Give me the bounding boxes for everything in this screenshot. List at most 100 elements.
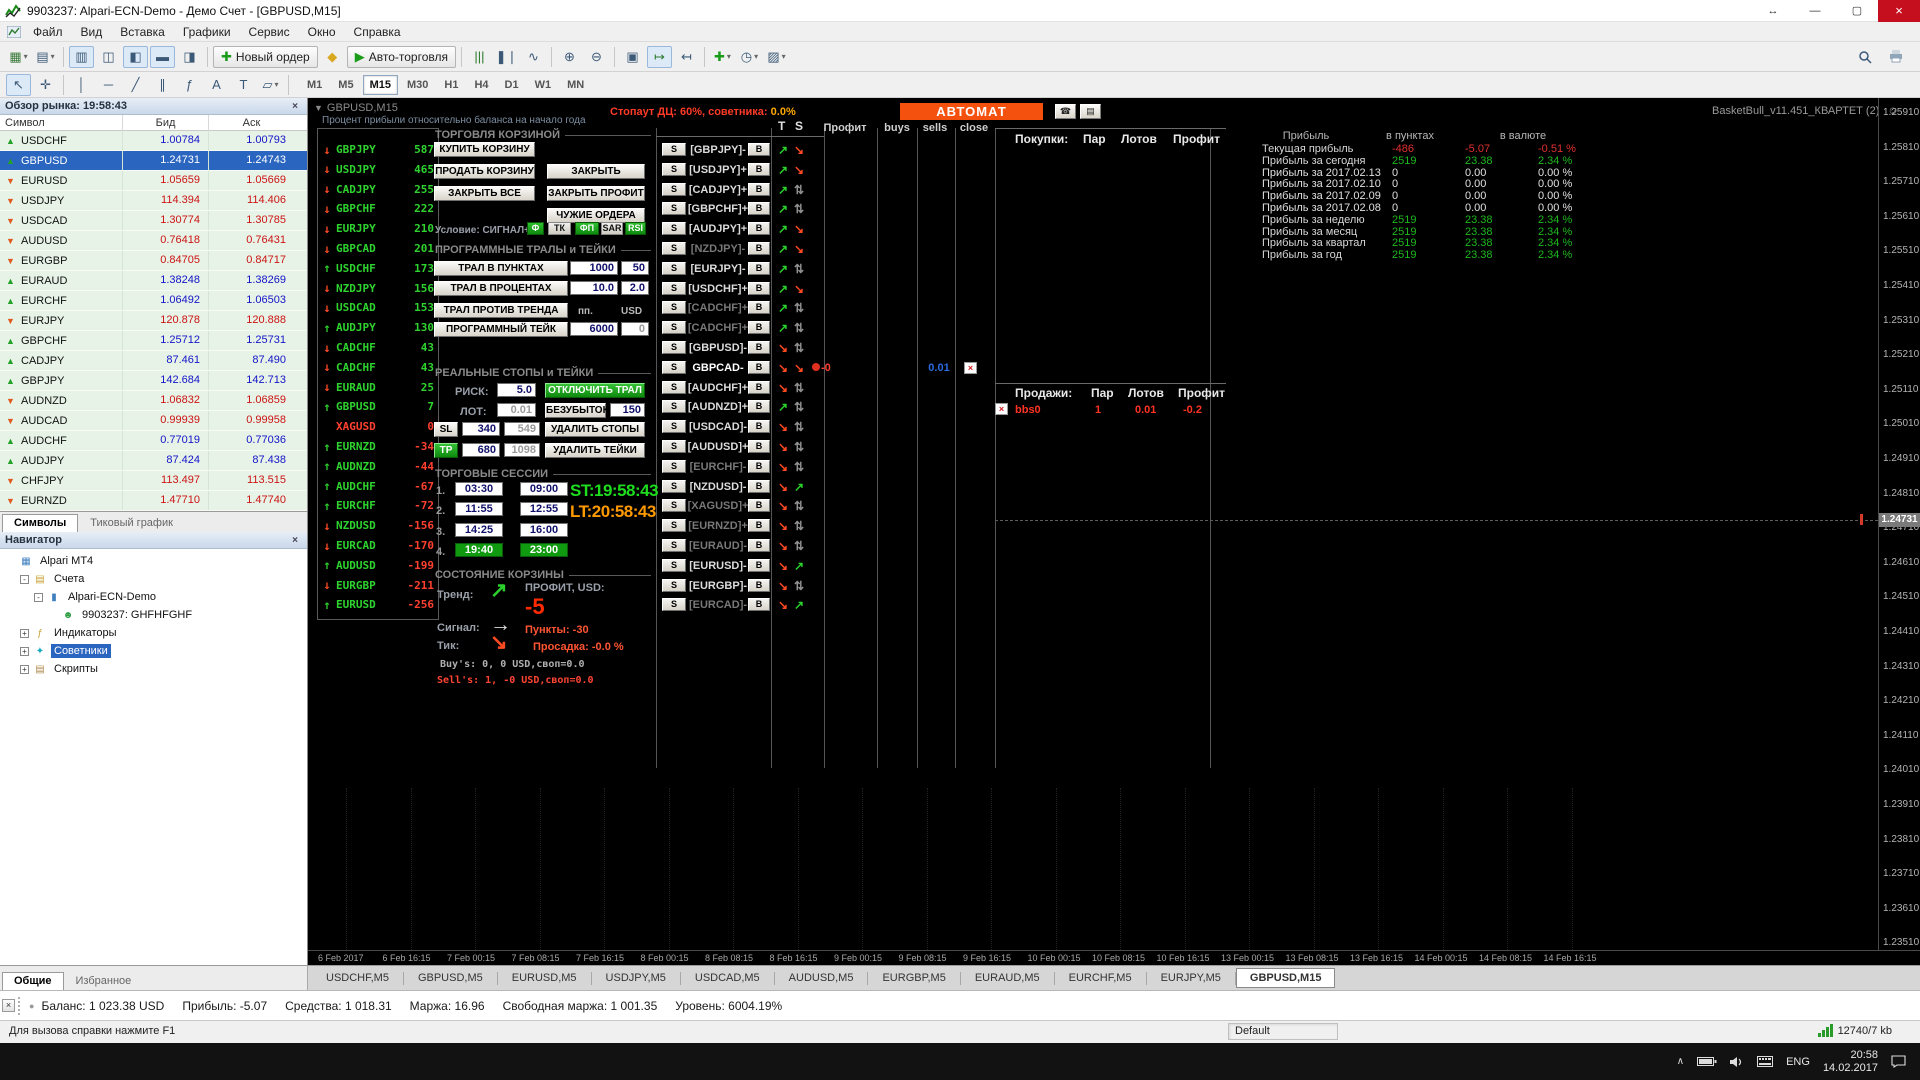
text-label-button[interactable]: T [231, 74, 256, 96]
lot-field[interactable]: 0.01 [497, 403, 536, 417]
market-watch-row[interactable]: ▼EURUSD1.056591.05669 [0, 171, 307, 191]
panel-list-button[interactable]: ▤ [1080, 104, 1101, 119]
close-sells-button[interactable]: ЗАКРЫТЬ ПРОДАЖИ [547, 164, 645, 179]
window-float-button[interactable]: ↔ [1752, 0, 1794, 22]
buy-pair-button[interactable]: B [748, 143, 770, 156]
sell-pair-button[interactable]: S [662, 262, 686, 275]
metaeditor-button[interactable]: ◆ [320, 46, 345, 68]
navigator-item[interactable]: ▦Alpari MT4 [0, 552, 307, 570]
close-position-button[interactable]: × [964, 362, 977, 374]
sell-pair-button[interactable]: S [662, 381, 686, 394]
menu-item[interactable]: Файл [24, 23, 72, 41]
tp-button[interactable]: TP [434, 443, 458, 458]
sl-field-1[interactable]: 340 [462, 422, 500, 436]
sell-pair-button[interactable]: S [662, 321, 686, 334]
text-button[interactable]: A [204, 74, 229, 96]
automat-banner[interactable]: АВТОМАТ [900, 103, 1043, 120]
crosshair-button[interactable]: ✛ [33, 74, 58, 96]
timeframe-m1-button[interactable]: M1 [300, 75, 329, 95]
delete-stops-button[interactable]: УДАЛИТЬ СТОПЫ [545, 422, 645, 437]
session-start-field[interactable]: 19:40 [455, 543, 503, 557]
sell-pair-button[interactable]: S [662, 341, 686, 354]
channel-button[interactable]: ∥ [150, 74, 175, 96]
strategy-tester-button[interactable]: ◨ [177, 46, 202, 68]
timeframe-d1-button[interactable]: D1 [498, 75, 526, 95]
market-watch-row[interactable]: ▼EURGBP0.847050.84717 [0, 251, 307, 271]
buy-pair-button[interactable]: B [748, 282, 770, 295]
program-take-field-2[interactable]: 0 [621, 322, 649, 336]
session-end-field[interactable]: 09:00 [520, 482, 568, 496]
sell-pair-button[interactable]: S [662, 242, 686, 255]
session-end-field[interactable]: 12:55 [520, 502, 568, 516]
notification-icon[interactable] [1891, 1055, 1906, 1068]
market-watch-tab-1[interactable]: Тиковый график [78, 514, 185, 532]
navigator-close-icon[interactable]: × [288, 535, 302, 546]
chart-tab-usdjpy-m5[interactable]: USDJPY,M5 [592, 968, 680, 988]
trail-points-button[interactable]: ТРАЛ В ПУНКТАХ [434, 261, 568, 276]
risk-field[interactable]: 5.0 [497, 383, 536, 397]
buy-pair-button[interactable]: B [748, 440, 770, 453]
navigator-item[interactable]: +ƒИндикаторы [0, 624, 307, 642]
navigator-item[interactable]: -▤Счета [0, 570, 307, 588]
buy-basket-button[interactable]: КУПИТЬ КОРЗИНУ [434, 142, 535, 157]
buy-pair-button[interactable]: B [748, 400, 770, 413]
autotrade-button[interactable]: ▶Авто-торговля [347, 46, 456, 68]
speaker-icon[interactable] [1730, 1056, 1744, 1068]
market-watch-row[interactable]: ▲CADJPY87.46187.490 [0, 351, 307, 371]
chart-tab-eurusd-m5[interactable]: EURUSD,M5 [498, 968, 591, 988]
sell-pair-button[interactable]: S [662, 420, 686, 433]
trail-points-field-1[interactable]: 1000 [570, 261, 618, 275]
market-watch-row[interactable]: ▲EURAUD1.382481.38269 [0, 271, 307, 291]
tp-field-2[interactable]: 1098 [504, 443, 540, 457]
chart-tab-audusd-m5[interactable]: AUDUSD,M5 [775, 968, 868, 988]
menu-item[interactable]: Графики [174, 23, 240, 41]
market-watch-row[interactable]: ▲EURCHF1.064921.06503 [0, 291, 307, 311]
tp-field-1[interactable]: 680 [462, 443, 500, 457]
signal-toggle-ф[interactable]: Ф [527, 222, 544, 235]
sell-pair-button[interactable]: S [662, 143, 686, 156]
periods-button[interactable]: ◷▾ [737, 46, 762, 68]
market-watch-button[interactable]: ▥ [69, 46, 94, 68]
buy-pair-button[interactable]: B [748, 519, 770, 532]
terminal-button[interactable]: ▬ [150, 46, 175, 68]
sell-pair-button[interactable]: S [662, 163, 686, 176]
signal-toggle-sar[interactable]: SAR [601, 222, 623, 235]
horizontal-line-button[interactable]: ─ [96, 74, 121, 96]
tree-expander[interactable]: + [20, 647, 29, 656]
new-chart-button[interactable]: ▦▾ [6, 46, 31, 68]
terminal-grip[interactable] [18, 997, 21, 1015]
market-watch-row[interactable]: ▼AUDUSD0.764180.76431 [0, 231, 307, 251]
chart-tab-usdchf-m5[interactable]: USDCHF,M5 [312, 968, 403, 988]
tree-expander[interactable]: - [20, 575, 29, 584]
sell-pair-button[interactable]: S [662, 222, 686, 235]
cursor-button[interactable]: ↖ [6, 74, 31, 96]
market-watch-row[interactable]: ▲GBPJPY142.684142.713 [0, 371, 307, 391]
candlestick-chart-button[interactable]: ❚❘ [494, 46, 519, 68]
buy-pair-button[interactable]: B [748, 242, 770, 255]
search-button[interactable] [1852, 46, 1877, 68]
sell-pair-button[interactable]: S [662, 559, 686, 572]
tray-clock[interactable]: 20:58 14.02.2017 [1823, 1049, 1878, 1075]
market-watch-row[interactable]: ▼AUDCAD0.999390.99958 [0, 411, 307, 431]
timeframe-m5-button[interactable]: M5 [331, 75, 360, 95]
status-profile[interactable]: Default [1228, 1023, 1338, 1040]
sell-pair-button[interactable]: S [662, 400, 686, 413]
session-end-field[interactable]: 16:00 [520, 523, 568, 537]
buy-pair-button[interactable]: B [748, 460, 770, 473]
zoom-out-button[interactable]: ⊖ [584, 46, 609, 68]
market-watch-row[interactable]: ▲AUDJPY87.42487.438 [0, 451, 307, 471]
sell-pair-button[interactable]: S [662, 480, 686, 493]
navigator-item[interactable]: -▮Alpari-ECN-Demo [0, 588, 307, 606]
buy-pair-button[interactable]: B [748, 163, 770, 176]
navigator-tab-1[interactable]: Избранное [64, 972, 144, 990]
signal-toggle-rsi[interactable]: RSI [625, 222, 646, 235]
new-order-button[interactable]: ✚Новый ордер [213, 46, 318, 68]
chart-tab-eurgbp-m5[interactable]: EURGBP,M5 [868, 968, 959, 988]
navigator-button[interactable]: ◧ [123, 46, 148, 68]
tree-expander[interactable]: + [20, 629, 29, 638]
chart-shift-button[interactable]: ↤ [674, 46, 699, 68]
market-watch-row[interactable]: ▼CHFJPY113.497113.515 [0, 471, 307, 491]
signal-toggle-тк[interactable]: ТК [548, 222, 571, 235]
market-watch-row[interactable]: ▼USDJPY114.394114.406 [0, 191, 307, 211]
market-watch-row[interactable]: ▼EURNZD1.477101.47740 [0, 491, 307, 511]
